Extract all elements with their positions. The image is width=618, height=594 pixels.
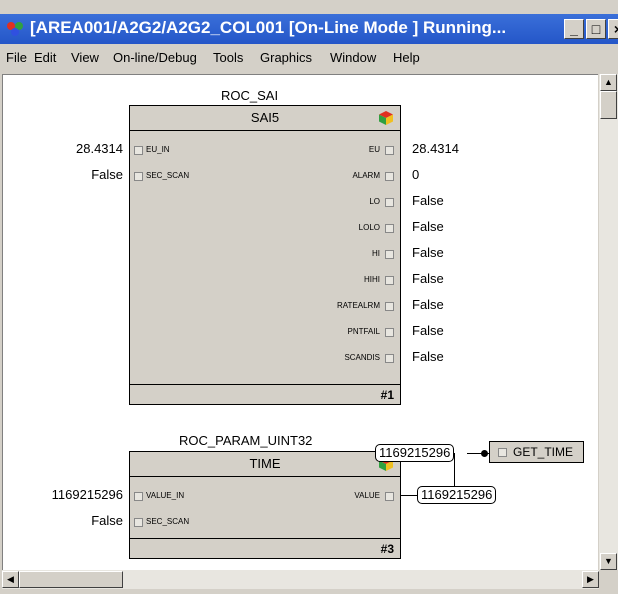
pin-label-value: VALUE: [354, 491, 380, 500]
pin-label-sec-scan: SEC_SCAN: [146, 171, 190, 180]
vertical-scroll-thumb[interactable]: [600, 91, 617, 119]
pin-label-hihi: HIHI: [364, 275, 380, 284]
scroll-right-button[interactable]: ▶: [582, 571, 599, 588]
output-value-lolo: False: [412, 219, 444, 234]
pin-checkbox[interactable]: [385, 224, 394, 233]
pin-label-sec-scan: SEC_SCAN: [146, 517, 190, 526]
connector-label: GET_TIME: [513, 445, 574, 459]
pin-label-scandis: SCANDIS: [344, 353, 380, 362]
output-value-eu: 28.4314: [412, 141, 459, 156]
vertical-scrollbar[interactable]: ▲ ▼: [599, 74, 618, 570]
resize-grip[interactable]: [599, 570, 618, 589]
scroll-up-button[interactable]: ▲: [600, 74, 617, 91]
menu-file[interactable]: File: [6, 50, 27, 65]
block3-type-name: TIME: [130, 452, 400, 477]
menu-online-debug[interactable]: On-line/Debug: [113, 50, 197, 65]
input-value-value-in: 1169215296: [51, 487, 123, 502]
menu-bar: File Edit View On-line/Debug Tools Graph…: [0, 44, 618, 72]
wire-value-top[interactable]: 1169215296: [375, 444, 455, 462]
pin-label-value-in: VALUE_IN: [146, 491, 185, 500]
pin-label-eu-in: EU_IN: [146, 145, 170, 154]
get-time-connector[interactable]: GET_TIME: [489, 441, 584, 463]
pin-label-ratealrm: RATEALRM: [337, 301, 380, 310]
pin-label-lo: LO: [369, 197, 380, 206]
scroll-left-button[interactable]: ◀: [2, 571, 19, 588]
scroll-down-button[interactable]: ▼: [600, 553, 617, 570]
horizontal-scroll-thumb[interactable]: [19, 571, 123, 588]
block1-instance-name: ROC_SAI: [221, 88, 279, 103]
block1-type-name: SAI5: [130, 106, 400, 131]
pin-checkbox[interactable]: [385, 250, 394, 259]
title-bar[interactable]: [AREA001/A2G2/A2G2_COL001 [On-Line Mode …: [0, 14, 618, 44]
pin-checkbox[interactable]: [134, 492, 143, 501]
block1-number: #1: [130, 384, 400, 404]
wire: [401, 495, 417, 496]
close-button[interactable]: ×: [608, 19, 618, 39]
maximize-button[interactable]: □: [586, 19, 606, 39]
pin-checkbox[interactable]: [134, 172, 143, 181]
output-value-alarm: 0: [412, 167, 420, 182]
menu-window[interactable]: Window: [330, 50, 376, 65]
diagram-canvas[interactable]: ROC_SAI SAI5 #1 EU_IN SEC_SCAN EU ALARM …: [2, 74, 598, 571]
pin-checkbox[interactable]: [385, 302, 394, 311]
input-value-eu-in: 28.4314: [76, 141, 123, 156]
pin-checkbox[interactable]: [134, 518, 143, 527]
pin-label-lolo: LOLO: [358, 223, 380, 232]
output-value-hi: False: [412, 245, 444, 260]
function-block-time[interactable]: TIME #3 VALUE_IN SEC_SCAN VALUE: [129, 451, 401, 559]
wire-junction: [481, 450, 488, 457]
pin-checkbox[interactable]: [385, 276, 394, 285]
wire-value-right[interactable]: 1169215296: [417, 486, 497, 504]
pin-checkbox[interactable]: [385, 354, 394, 363]
application-window: [AREA001/A2G2/A2G2_COL001 [On-Line Mode …: [0, 0, 618, 594]
minimize-button[interactable]: _: [564, 19, 584, 39]
function-block-sai5[interactable]: SAI5 #1 EU_IN SEC_SCAN EU ALARM LO LOLO …: [129, 105, 401, 405]
pin-checkbox[interactable]: [385, 198, 394, 207]
output-value-scandis: False: [412, 349, 444, 364]
block3-number: #3: [130, 538, 400, 558]
pin-checkbox[interactable]: [385, 328, 394, 337]
connector-checkbox[interactable]: [498, 448, 507, 457]
output-value-lo: False: [412, 193, 444, 208]
pin-label-hi: HI: [372, 249, 380, 258]
block3-instance-name: ROC_PARAM_UINT32: [179, 433, 313, 448]
menu-tools[interactable]: Tools: [213, 50, 243, 65]
pin-label-eu: EU: [368, 145, 380, 154]
input-value-sec-scan-3: False: [91, 513, 123, 528]
horizontal-scrollbar[interactable]: ◀ ▶: [2, 570, 599, 589]
output-value-ratealrm: False: [412, 297, 444, 312]
menu-graphics[interactable]: Graphics: [260, 50, 312, 65]
menu-view[interactable]: View: [71, 50, 99, 65]
pin-label-alarm: ALARM: [352, 171, 380, 180]
app-icon: [7, 22, 23, 36]
menu-edit[interactable]: Edit: [34, 50, 56, 65]
pin-checkbox[interactable]: [134, 146, 143, 155]
pin-checkbox[interactable]: [385, 146, 394, 155]
cube-icon: [379, 111, 393, 125]
output-value-hihi: False: [412, 271, 444, 286]
input-value-sec-scan: False: [91, 167, 123, 182]
menu-help[interactable]: Help: [393, 50, 420, 65]
window-title: [AREA001/A2G2/A2G2_COL001 [On-Line Mode …: [30, 18, 507, 37]
output-value-pntfail: False: [412, 323, 444, 338]
pin-checkbox[interactable]: [385, 492, 394, 501]
pin-checkbox[interactable]: [385, 172, 394, 181]
pin-label-pntfail: PNTFAIL: [347, 327, 380, 336]
